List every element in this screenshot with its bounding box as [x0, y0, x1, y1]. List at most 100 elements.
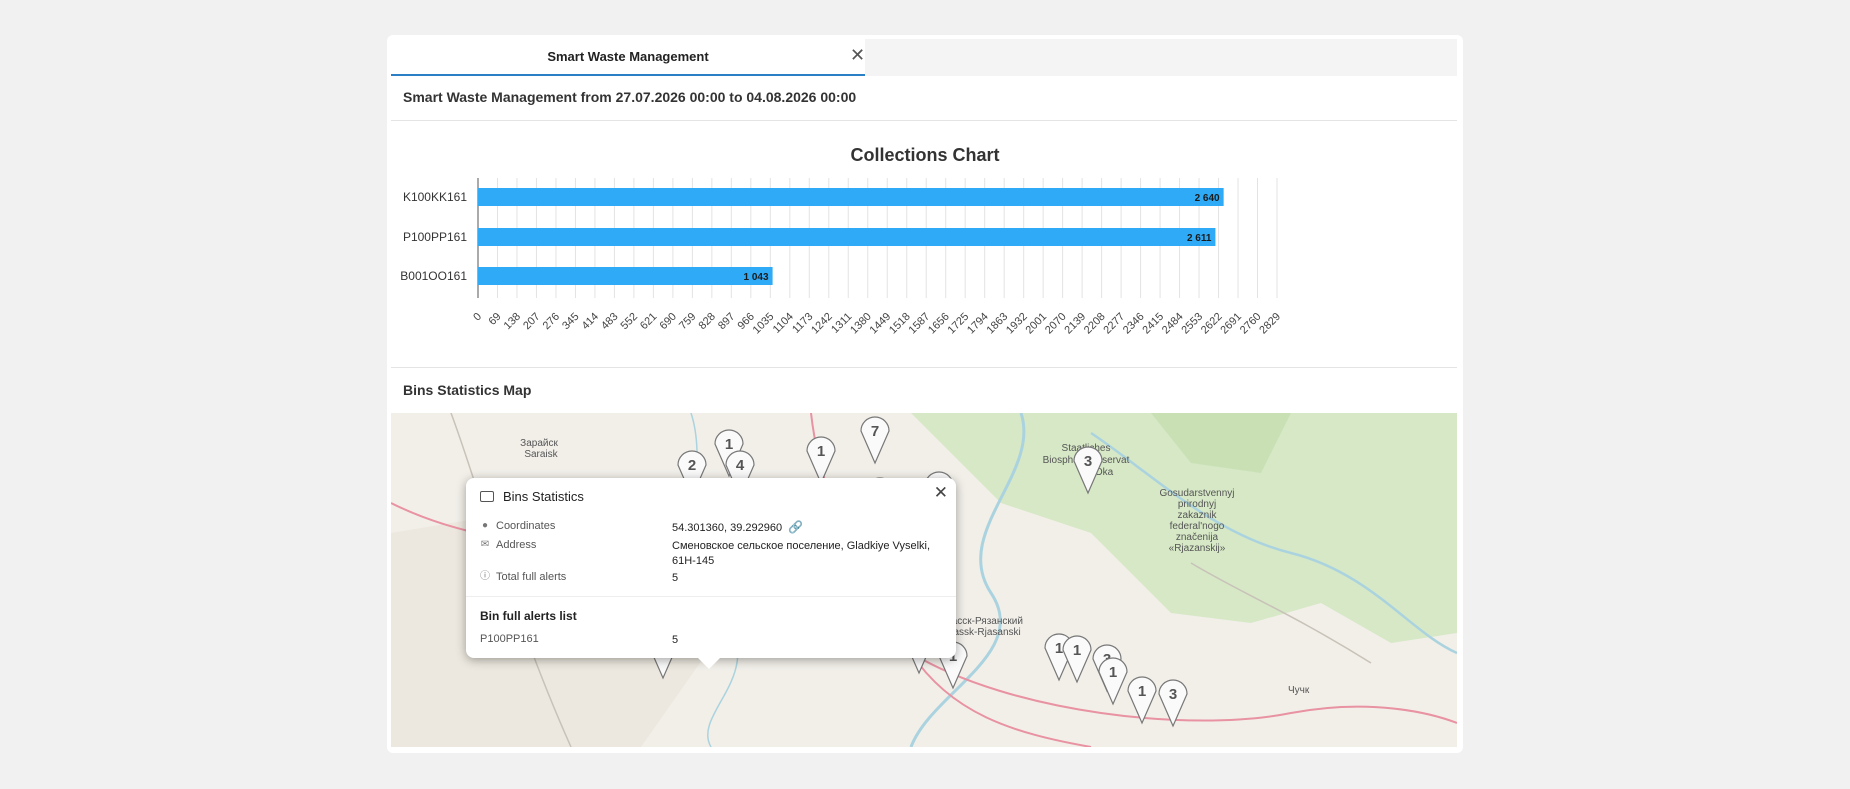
bar — [478, 228, 1216, 246]
x-tick-label: 621 — [638, 311, 659, 332]
collections-chart: Collections Chart 0 6913820727634541448355… — [400, 145, 1283, 337]
coordinates-text: 54.301360, 39.292960 — [672, 522, 783, 534]
bar-value-label: 2 640 — [1195, 193, 1220, 204]
divider — [391, 367, 1457, 368]
x-tick-label: 2346 — [1121, 311, 1147, 337]
x-tick-label: 69 — [486, 311, 503, 328]
marker-count: 1 — [1138, 683, 1146, 700]
alerts-value: 5 — [672, 572, 679, 584]
x-tick-label: 1863 — [984, 311, 1010, 337]
marker-count: 7 — [871, 423, 879, 440]
marker-count: 1 — [725, 436, 733, 453]
coordinates-label: Coordinates — [496, 520, 556, 532]
x-tick-label: 690 — [658, 311, 679, 332]
x-tick-label: 828 — [697, 311, 718, 332]
x-tick-label: 2553 — [1179, 311, 1205, 337]
x-tick-label: 2139 — [1062, 311, 1088, 337]
bin-statistics-popup: Bins Statistics ✕ ● Coordinates 54.30136… — [466, 478, 956, 669]
x-tick-label: 1311 — [829, 311, 854, 336]
divider — [466, 596, 956, 597]
map-place-label: Saraisk — [524, 449, 558, 460]
report-title: Smart Waste Management from 27.07.2026 0… — [403, 89, 857, 105]
x-tick-label: 1380 — [848, 311, 874, 337]
map-place-label: zakaznik — [1178, 510, 1218, 521]
x-tick-label: 483 — [599, 311, 620, 332]
x-tick-label: 1449 — [868, 311, 894, 337]
map-place-label: prirodnyj — [1178, 499, 1216, 510]
bar — [478, 267, 773, 285]
category-label: B001OO161 — [400, 269, 467, 283]
marker-count: 4 — [736, 457, 745, 474]
x-tick-label: 1656 — [926, 311, 952, 337]
x-tick-label: 1035 — [751, 311, 777, 337]
address-value: Сменовское сельское поселение, Gladkiye … — [672, 540, 931, 567]
x-tick-label: 2829 — [1257, 311, 1283, 337]
map-place-label: Чучк — [1288, 685, 1310, 696]
report-card: Smart Waste Management ✕ Smart Waste Man… — [387, 35, 1463, 753]
map-place-label: značenija — [1176, 532, 1219, 543]
alerts-label: Total full alerts — [496, 571, 567, 583]
coordinates-value: 54.301360, 39.292960 🔗 — [672, 520, 932, 536]
x-tick-label: 2760 — [1238, 311, 1264, 337]
x-tick-label: 2208 — [1082, 311, 1108, 337]
pin-icon: ● — [481, 520, 489, 531]
x-tick-label: 0 — [471, 311, 484, 324]
map-place-label: Зарайск — [520, 438, 558, 449]
map-place-label: federal'nogo — [1170, 521, 1225, 532]
vehicle-label: P100PP161 — [480, 633, 539, 645]
marker-count: 2 — [688, 457, 696, 474]
x-tick-label: 2277 — [1101, 311, 1127, 337]
x-tick-label: 552 — [619, 311, 640, 332]
category-label: K100KK161 — [403, 190, 467, 204]
marker-count: 1 — [1073, 642, 1081, 659]
bins-statistics-map[interactable]: Зарайск Saraisk Спасск-Рязанский Spassk-Rja… — [391, 413, 1457, 747]
x-tick-label: 2415 — [1140, 311, 1166, 337]
x-tick-label: 2484 — [1160, 311, 1186, 337]
tab-title: Smart Waste Management — [547, 49, 709, 64]
x-tick-label: 759 — [677, 311, 698, 332]
marker-count: 1 — [1055, 640, 1063, 657]
map-title: Bins Statistics Map — [403, 382, 532, 398]
close-icon[interactable]: ✕ — [850, 44, 865, 66]
x-tick-label: 2622 — [1199, 311, 1225, 337]
close-icon[interactable]: ✕ — [934, 483, 948, 503]
map-place-label: Gosudarstvennyj — [1159, 488, 1234, 499]
tab-smart-waste[interactable]: Smart Waste Management ✕ — [391, 39, 865, 76]
marker-count: 3 — [1169, 686, 1177, 703]
alerts-list-title: Bin full alerts list — [480, 609, 577, 623]
bin-icon — [480, 491, 494, 502]
map-place-label: «Rjazanskij» — [1169, 543, 1226, 554]
x-tick-label: 345 — [560, 311, 581, 332]
x-tick-label: 897 — [716, 311, 737, 332]
address-label: Address — [496, 539, 537, 551]
bar — [478, 188, 1224, 206]
x-tick-label: 1173 — [790, 311, 815, 336]
bar-value-label: 2 611 — [1187, 233, 1212, 244]
link-icon[interactable]: 🔗 — [788, 520, 803, 535]
x-tick-label: 1932 — [1004, 311, 1030, 337]
x-tick-label: 207 — [521, 311, 542, 332]
x-tick-label: 1794 — [965, 311, 991, 337]
category-label: P100PP161 — [403, 230, 467, 244]
bar-value-label: 1 043 — [744, 272, 769, 283]
x-tick-label: 2070 — [1043, 311, 1069, 337]
tab-bar: Smart Waste Management ✕ — [391, 39, 1457, 76]
x-tick-label: 2001 — [1023, 311, 1049, 337]
x-tick-label: 1242 — [809, 311, 835, 337]
vehicle-alert-count: 5 — [672, 634, 679, 646]
x-tick-label: 2691 — [1218, 311, 1244, 337]
marker-count: 1 — [817, 443, 825, 460]
info-icon: ⓘ — [480, 571, 490, 582]
x-tick-label: 414 — [580, 311, 601, 332]
x-tick-label: 1587 — [907, 311, 933, 337]
popup-title: Bins Statistics — [503, 489, 584, 504]
envelope-icon: ✉ — [480, 539, 490, 550]
marker-count: 3 — [1084, 453, 1092, 470]
x-tick-label: 1104 — [771, 311, 796, 336]
x-tick-label: 1518 — [887, 311, 913, 337]
marker-count: 1 — [1109, 664, 1117, 681]
x-tick-label: 138 — [502, 311, 523, 332]
chart-title: Collections Chart — [850, 145, 999, 165]
x-tick-label: 1725 — [946, 311, 972, 337]
popup-header: Bins Statistics — [480, 489, 584, 504]
